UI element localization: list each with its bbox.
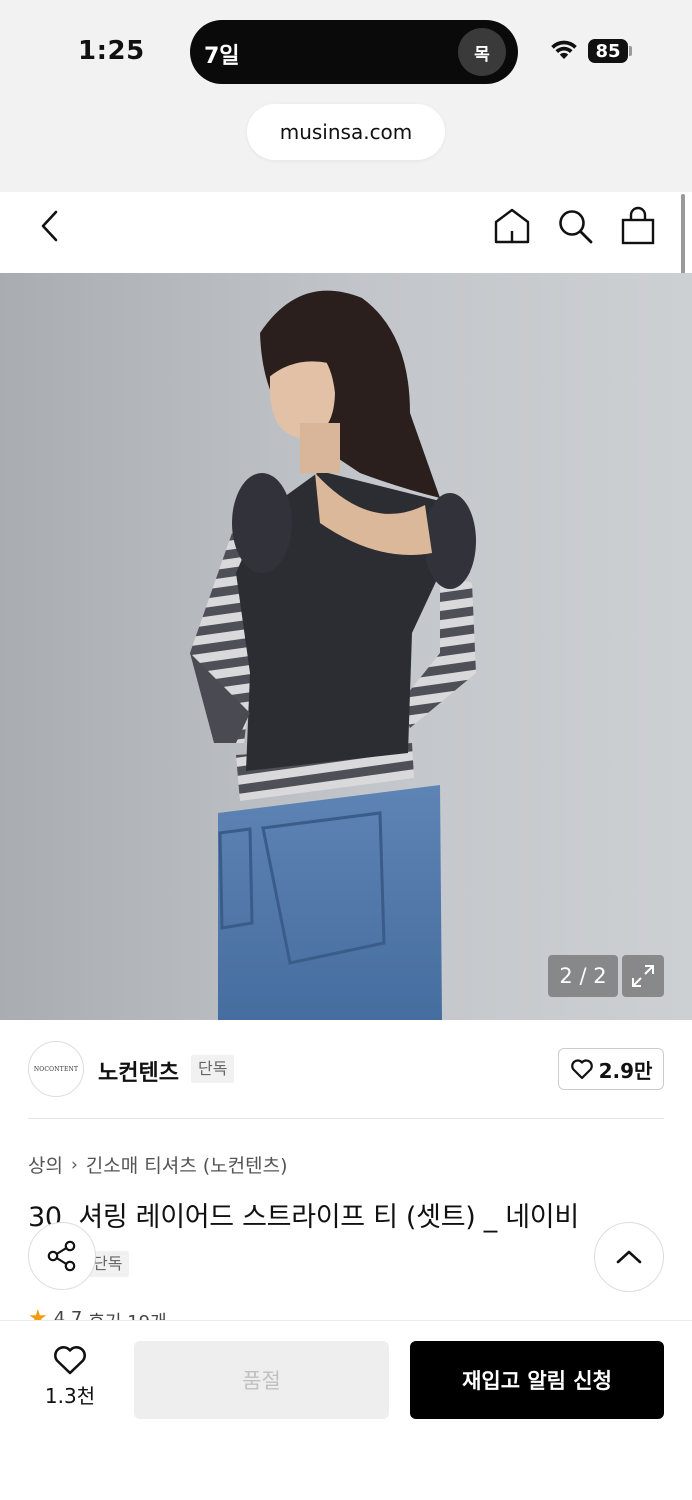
breadcrumb-category[interactable]: 상의	[28, 1151, 63, 1178]
island-date: 7일	[204, 44, 240, 69]
soldout-button: 품절	[134, 1341, 389, 1419]
search-button[interactable]	[555, 206, 595, 246]
expand-icon	[632, 965, 654, 987]
brand-name[interactable]: 노컨텐츠	[98, 1055, 179, 1087]
share-button[interactable]	[28, 1222, 96, 1290]
rating-row[interactable]: ★ 4.7 후기 19개	[28, 1308, 167, 1320]
wishlist-button[interactable]: 1.3천	[30, 1344, 110, 1416]
scrollbar[interactable]	[681, 194, 685, 276]
brand-like-count: 2.9만	[598, 1058, 653, 1083]
brand-logo[interactable]: NOCONTENT	[28, 1041, 84, 1097]
back-button[interactable]	[30, 206, 70, 246]
share-icon	[47, 1240, 76, 1272]
address-bar[interactable]: musinsa.com	[247, 104, 445, 160]
battery-tip	[629, 46, 632, 56]
rating-value: 4.7	[53, 1308, 83, 1320]
star-icon: ★	[28, 1308, 48, 1320]
scroll-top-button[interactable]	[594, 1222, 664, 1292]
brand-like-button[interactable]: 2.9만	[558, 1048, 664, 1090]
expand-image-button[interactable]	[622, 955, 664, 997]
product-photo	[0, 273, 692, 1020]
island-weekday: 목	[458, 28, 506, 76]
image-counter: 2 / 2	[548, 955, 618, 997]
heart-icon	[54, 1346, 86, 1375]
breadcrumb-subcategory[interactable]: 긴소매 티셔츠 (노컨텐츠)	[86, 1151, 288, 1178]
divider	[28, 1118, 664, 1119]
restock-alert-button[interactable]: 재입고 알림 신청	[410, 1341, 664, 1419]
chevron-right-icon: ›	[70, 1154, 78, 1175]
dynamic-island: 7일 목	[190, 20, 518, 84]
home-icon	[494, 208, 530, 244]
review-count: 후기 19개	[88, 1308, 166, 1320]
shopping-bag-icon	[621, 206, 655, 245]
product-title: 30. 셔링 레이어드 스트라이프 티 (셋트) _ 네이비	[28, 1202, 579, 1233]
wifi-icon	[551, 40, 577, 59]
search-icon	[559, 210, 593, 244]
status-time: 1:25	[78, 36, 145, 66]
chevron-left-icon	[41, 210, 58, 242]
chevron-up-icon	[616, 1250, 642, 1264]
cart-button[interactable]	[618, 206, 658, 246]
breadcrumb: 상의 › 긴소매 티셔츠 (노컨텐츠)	[28, 1151, 288, 1178]
battery-indicator: 85	[588, 39, 628, 63]
status-area: 1:25 7일 목 85 musinsa.com	[0, 0, 692, 192]
heart-icon	[570, 1059, 593, 1080]
brand-exclusive-badge: 단독	[191, 1055, 235, 1083]
wishlist-count: 1.3천	[44, 1384, 96, 1408]
top-navigation	[0, 192, 692, 273]
home-button[interactable]	[492, 206, 532, 246]
product-image[interactable]	[0, 273, 692, 1020]
